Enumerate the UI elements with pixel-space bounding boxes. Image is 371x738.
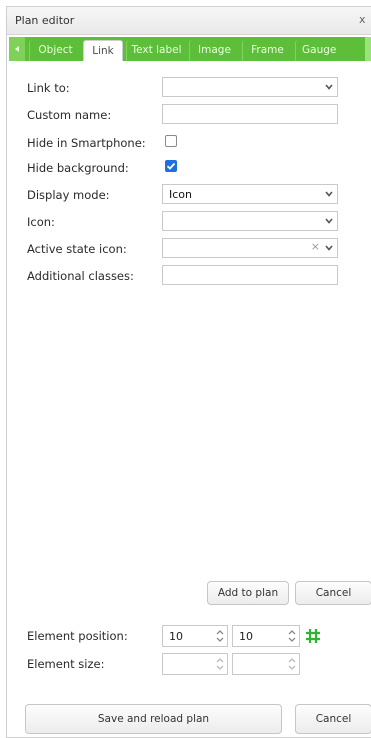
- tab-gauge[interactable]: Gauge: [295, 40, 355, 61]
- additional-classes-row: Additional classes:: [7, 265, 371, 287]
- custom-name-row: Custom name:: [7, 104, 371, 126]
- tab-scroll-right-button[interactable]: [365, 37, 371, 61]
- chevron-down-icon[interactable]: [321, 185, 337, 203]
- active-state-icon-select[interactable]: ×: [162, 238, 338, 258]
- spinner-icon[interactable]: [287, 628, 297, 644]
- link-to-label: Link to:: [27, 81, 70, 95]
- element-size-label: Element size:: [27, 657, 105, 671]
- arrow-left-icon: [15, 46, 19, 52]
- tab-link[interactable]: Link: [83, 40, 123, 61]
- spinner-icon[interactable]: [215, 656, 225, 672]
- custom-name-input[interactable]: [162, 104, 338, 124]
- position-y-value: 10: [239, 630, 253, 643]
- hide-background-row: Hide background:: [7, 157, 371, 179]
- display-mode-label: Display mode:: [27, 188, 110, 202]
- hide-smartphone-checkbox[interactable]: [165, 135, 177, 147]
- clear-icon[interactable]: ×: [311, 240, 320, 253]
- icon-label: Icon:: [27, 215, 55, 229]
- position-y-input[interactable]: 10: [232, 625, 300, 647]
- tab-frame[interactable]: Frame: [242, 40, 292, 61]
- tab-bar: Object Link Text label Image Frame Gauge: [9, 37, 371, 61]
- element-position-row: Element position: 10 10: [7, 625, 371, 647]
- link-to-row: Link to:: [7, 77, 371, 99]
- window-title: Plan editor: [15, 14, 75, 27]
- icon-select[interactable]: [162, 211, 338, 231]
- footer-cancel-button[interactable]: Cancel: [295, 704, 371, 734]
- save-and-reload-plan-button[interactable]: Save and reload plan: [25, 704, 282, 734]
- grid-icon[interactable]: [305, 628, 321, 644]
- display-mode-value: Icon: [169, 188, 192, 201]
- hide-smartphone-label: Hide in Smartphone:: [27, 136, 146, 150]
- close-button[interactable]: x: [359, 13, 371, 26]
- title-bar: Plan editor x: [7, 7, 371, 35]
- position-x-input[interactable]: 10: [162, 625, 228, 647]
- plan-editor-panel: Plan editor x Object Link Text label Ima…: [6, 6, 371, 738]
- display-mode-select[interactable]: Icon: [162, 184, 338, 204]
- size-width-input[interactable]: [162, 653, 228, 675]
- hide-background-label: Hide background:: [27, 161, 129, 175]
- chevron-down-icon[interactable]: [321, 78, 337, 96]
- additional-classes-input[interactable]: [162, 265, 338, 285]
- hide-background-checkbox[interactable]: [165, 160, 177, 172]
- element-size-row: Element size:: [7, 653, 371, 675]
- custom-name-label: Custom name:: [27, 108, 112, 122]
- additional-classes-label: Additional classes:: [27, 269, 134, 283]
- position-x-value: 10: [169, 630, 183, 643]
- chevron-down-icon[interactable]: [321, 212, 337, 230]
- active-state-icon-label: Active state icon:: [27, 242, 127, 256]
- add-to-plan-button[interactable]: Add to plan: [207, 581, 289, 605]
- link-to-select[interactable]: [162, 77, 338, 97]
- tab-image[interactable]: Image: [189, 40, 239, 61]
- checkmark-icon: [166, 162, 176, 170]
- tab-text-label[interactable]: Text label: [126, 40, 186, 61]
- display-mode-row: Display mode: Icon: [7, 184, 371, 206]
- element-position-label: Element position:: [27, 629, 128, 643]
- hide-smartphone-row: Hide in Smartphone:: [7, 132, 371, 154]
- spinner-icon[interactable]: [287, 656, 297, 672]
- spinner-icon[interactable]: [215, 628, 225, 644]
- active-state-icon-row: Active state icon: ×: [7, 238, 371, 260]
- chevron-down-icon[interactable]: [321, 239, 337, 257]
- tab-object[interactable]: Object: [29, 40, 81, 61]
- tab-scroll-left-button[interactable]: [9, 37, 25, 61]
- size-height-input[interactable]: [232, 653, 300, 675]
- cancel-button[interactable]: Cancel: [295, 581, 371, 605]
- icon-row: Icon:: [7, 211, 371, 233]
